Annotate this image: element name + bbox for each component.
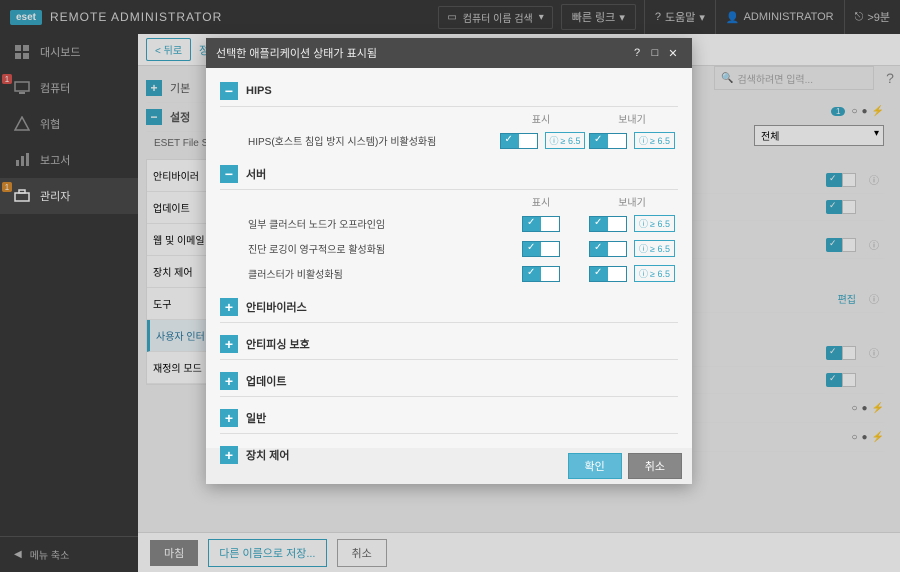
row-label: 진단 로깅이 영구적으로 활성화됨 — [220, 241, 496, 256]
modal-section: 일반 — [220, 403, 678, 434]
show-toggle[interactable] — [522, 266, 560, 282]
row-label: 클러스터가 비활성화됨 — [220, 266, 496, 281]
expand-icon[interactable] — [220, 372, 238, 390]
show-toggle[interactable] — [522, 216, 560, 232]
section-title: 안티바이러스 — [246, 299, 307, 315]
ok-button[interactable]: 확인 — [568, 453, 622, 479]
help-icon[interactable]: ? — [628, 47, 646, 59]
expand-icon[interactable] — [220, 446, 238, 464]
section-header[interactable]: HIPS — [220, 76, 678, 107]
section-header[interactable]: 안티바이러스 — [220, 292, 678, 323]
version-badge: ≥ 6.5 — [634, 132, 675, 149]
status-row: HIPS(호스트 침입 방지 시스템)가 비활성화됨 ≥ 6.5 ≥ 6.5 — [220, 128, 678, 153]
col-send: 보내기 — [586, 194, 678, 209]
modal-section: 서버표시보내기일부 클러스터 노드가 오프라인임≥ 6.5진단 로깅이 영구적으… — [220, 159, 678, 286]
expand-icon[interactable] — [220, 335, 238, 353]
row-label: HIPS(호스트 침입 방지 시스템)가 비활성화됨 — [220, 133, 496, 148]
close-icon[interactable]: ✕ — [664, 47, 682, 60]
collapse-icon[interactable] — [220, 165, 238, 183]
version-badge: ≥ 6.5 — [634, 240, 675, 257]
version-badge: ≥ 6.5 — [545, 132, 586, 149]
section-title: 업데이트 — [246, 373, 286, 389]
expand-icon[interactable] — [220, 409, 238, 427]
column-headers: 표시보내기 — [220, 190, 678, 211]
send-toggle[interactable] — [589, 216, 627, 232]
collapse-icon[interactable] — [220, 82, 238, 100]
section-header[interactable]: 일반 — [220, 403, 678, 434]
expand-icon[interactable] — [220, 298, 238, 316]
section-header[interactable]: 서버 — [220, 159, 678, 190]
modal-body: HIPS표시보내기HIPS(호스트 침입 방지 시스템)가 비활성화됨≥ 6.5… — [206, 68, 692, 448]
section-title: 안티피싱 보호 — [246, 336, 310, 352]
col-show: 표시 — [496, 111, 586, 126]
send-toggle[interactable] — [589, 266, 627, 282]
cancel-button[interactable]: 취소 — [628, 453, 682, 479]
section-title: HIPS — [246, 85, 272, 97]
row-label: 일부 클러스터 노드가 오프라인임 — [220, 216, 496, 231]
modal-title: 선택한 애플리케이션 상태가 표시됨 — [216, 45, 628, 61]
modal-section: 업데이트 — [220, 366, 678, 397]
section-header[interactable]: 안티피싱 보호 — [220, 329, 678, 360]
col-send: 보내기 — [586, 111, 678, 126]
show-toggle[interactable] — [500, 133, 538, 149]
column-headers: 표시보내기 — [220, 107, 678, 128]
version-badge: ≥ 6.5 — [634, 265, 675, 282]
section-title: 일반 — [246, 410, 266, 426]
show-toggle[interactable] — [522, 241, 560, 257]
version-badge: ≥ 6.5 — [634, 215, 675, 232]
modal-section: HIPS 표시보내기 HIPS(호스트 침입 방지 시스템)가 비활성화됨 ≥ 6.5… — [220, 76, 678, 153]
modal-section: 안티바이러스 — [220, 292, 678, 323]
maximize-icon[interactable]: □ — [646, 47, 664, 59]
modal-header: 선택한 애플리케이션 상태가 표시됨 ? □ ✕ — [206, 38, 692, 68]
col-show: 표시 — [496, 194, 586, 209]
modal-section: 안티피싱 보호 — [220, 329, 678, 360]
send-toggle[interactable] — [589, 241, 627, 257]
status-row: 일부 클러스터 노드가 오프라인임 ≥ 6.5 — [220, 211, 678, 236]
status-row: 진단 로깅이 영구적으로 활성화됨 ≥ 6.5 — [220, 236, 678, 261]
section-header[interactable]: 업데이트 — [220, 366, 678, 397]
status-row: 클러스터가 비활성화됨 ≥ 6.5 — [220, 261, 678, 286]
section-title: 장치 제어 — [246, 447, 290, 463]
section-title: 서버 — [246, 166, 266, 182]
app-status-modal: 선택한 애플리케이션 상태가 표시됨 ? □ ✕ HIPS표시보내기HIPS(호… — [206, 38, 692, 484]
send-toggle[interactable] — [589, 133, 627, 149]
